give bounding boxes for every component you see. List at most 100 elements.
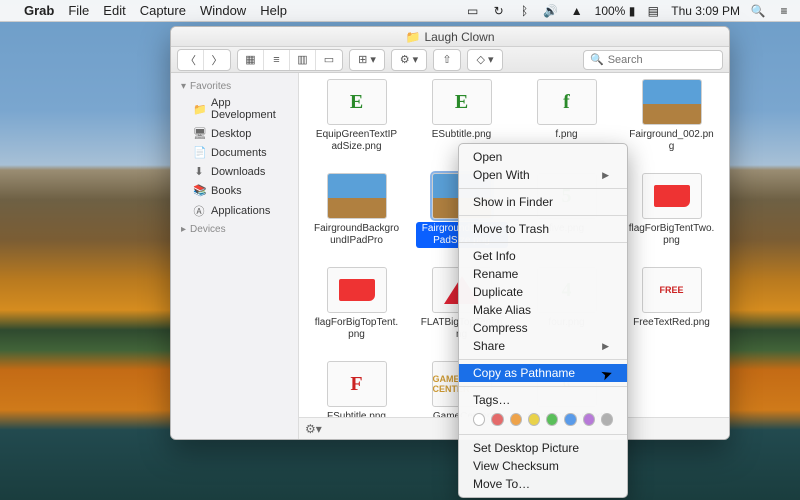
tag-dot[interactable]	[546, 413, 558, 426]
arrange-button[interactable]: ⊞ ▾	[350, 50, 384, 70]
menu-capture[interactable]: Capture	[140, 3, 186, 18]
view-icon-button[interactable]: ▦	[238, 50, 264, 70]
finder-toolbar: 〈 〉 ▦ ≡ ▥ ▭ ⊞ ▾ ⚙ ▾ ⇧ ◇ ▾ 🔍	[171, 47, 729, 73]
sidebar-section-devices[interactable]: ▸ Devices	[171, 222, 298, 237]
file-thumbnail: E	[327, 79, 387, 125]
folder-icon: 📁	[193, 103, 205, 116]
file-name: flagForBigTopTent.png	[311, 316, 403, 342]
menu-item-show-in-finder[interactable]: Show in Finder	[459, 193, 627, 211]
sidebar-item-books[interactable]: 📚Books	[171, 181, 298, 200]
search-field[interactable]: 🔍	[583, 50, 723, 70]
menu-item-open[interactable]: Open	[459, 148, 627, 166]
menu-item-tags[interactable]: Tags…	[459, 391, 627, 409]
menu-item-label: Set Desktop Picture	[473, 441, 579, 455]
sidebar-item-documents[interactable]: 📄Documents	[171, 143, 298, 162]
menu-item-view-checksum[interactable]: View Checksum	[459, 457, 627, 475]
gear-icon[interactable]: ⚙▾	[305, 422, 322, 436]
view-gallery-button[interactable]: ▭	[316, 50, 342, 70]
menu-item-label: Duplicate	[473, 285, 523, 299]
status-input-icon[interactable]: ▤	[645, 4, 661, 18]
menu-item-label: Share	[473, 339, 505, 353]
sidebar-item-applications[interactable]: ⒶApplications	[171, 200, 298, 222]
file-name: f.png	[552, 128, 580, 142]
menu-item-label: Tags…	[473, 393, 510, 407]
tag-dot[interactable]	[510, 413, 522, 426]
file-item[interactable]: E EquipGreenTextIPadSize.png	[305, 79, 408, 171]
file-thumbnail: f	[537, 79, 597, 125]
tag-dot[interactable]	[491, 413, 503, 426]
search-icon: 🔍	[590, 53, 604, 66]
file-item[interactable]: flagForBigTentTwo.png	[620, 173, 723, 265]
file-item[interactable]: FREEFreeTextRed.png	[620, 267, 723, 359]
sidebar-item-desktop[interactable]: 🖥Desktop	[171, 124, 298, 143]
nav-forward-button[interactable]: 〉	[204, 50, 230, 70]
submenu-arrow-icon: ▶	[602, 170, 609, 181]
menu-item-label: Show in Finder	[473, 195, 553, 209]
menu-item-move-to[interactable]: Move To…	[459, 475, 627, 493]
file-item[interactable]: FairgroundBackgroundIPadPro	[305, 173, 408, 265]
sidebar-item-label: Documents	[211, 147, 267, 159]
file-thumbnail	[327, 173, 387, 219]
tag-dot[interactable]	[528, 413, 540, 426]
menu-file[interactable]: File	[68, 3, 89, 18]
menu-item-rename[interactable]: Rename	[459, 265, 627, 283]
nav-back-button[interactable]: 〈	[178, 50, 204, 70]
status-search-icon[interactable]: 🔍	[750, 4, 766, 18]
menu-item-open-with[interactable]: Open With▶	[459, 166, 627, 184]
status-wifi-icon[interactable]: ▲	[569, 4, 585, 18]
view-list-button[interactable]: ≡	[264, 50, 290, 70]
file-item[interactable]: flagForBigTopTent.png	[305, 267, 408, 359]
status-sync-icon[interactable]: ↻	[491, 4, 507, 18]
tag-dot[interactable]	[564, 413, 576, 426]
tag-dot[interactable]	[473, 413, 485, 426]
sidebar-section-favorites[interactable]: ▾ Favorites	[171, 79, 298, 94]
menu-item-get-info[interactable]: Get Info	[459, 247, 627, 265]
action-button[interactable]: ⚙ ▾	[392, 50, 426, 70]
menu-item-label: Make Alias	[473, 303, 531, 317]
status-clock[interactable]: Thu 3:09 PM	[671, 4, 740, 18]
file-thumbnail: FREE	[642, 267, 702, 313]
book-icon: 📚	[193, 184, 205, 197]
menu-item-duplicate[interactable]: Duplicate	[459, 283, 627, 301]
finder-title: Laugh Clown	[424, 30, 494, 44]
menu-bar: Grab File Edit Capture Window Help ▭ ↻ ᛒ…	[0, 0, 800, 22]
finder-titlebar[interactable]: 📁 Laugh Clown	[171, 27, 729, 47]
menu-window[interactable]: Window	[200, 3, 246, 18]
status-cloud-icon[interactable]: ▭	[465, 4, 481, 18]
menu-edit[interactable]: Edit	[103, 3, 125, 18]
search-input[interactable]	[608, 54, 716, 66]
file-thumbnail	[642, 79, 702, 125]
menu-item-label: Move to Trash	[473, 222, 549, 236]
menu-item-share[interactable]: Share▶	[459, 337, 627, 355]
menu-help[interactable]: Help	[260, 3, 287, 18]
file-item[interactable]: Fairground_002.png	[620, 79, 723, 171]
status-battery[interactable]: 100% ▮	[595, 4, 636, 18]
menu-item-compress[interactable]: Compress	[459, 319, 627, 337]
menu-item-move-to-trash[interactable]: Move to Trash	[459, 220, 627, 238]
menu-item-make-alias[interactable]: Make Alias	[459, 301, 627, 319]
view-column-button[interactable]: ▥	[290, 50, 316, 70]
menu-item-set-desktop-picture[interactable]: Set Desktop Picture	[459, 439, 627, 457]
disclosure-triangle-icon[interactable]: ▾	[181, 81, 186, 92]
sidebar-item-app-development[interactable]: 📁App Development	[171, 94, 298, 124]
menu-app-name[interactable]: Grab	[24, 3, 54, 18]
status-bluetooth-icon[interactable]: ᛒ	[517, 4, 533, 18]
status-notification-icon[interactable]: ≡	[776, 4, 792, 18]
tag-dot[interactable]	[583, 413, 595, 426]
finder-folder-icon: 📁	[405, 30, 420, 44]
file-thumbnail	[327, 267, 387, 313]
sidebar-item-label: Downloads	[211, 166, 265, 178]
share-button[interactable]: ⇧	[434, 50, 460, 70]
sidebar-item-label: Applications	[211, 205, 270, 217]
menu-separator	[459, 215, 627, 216]
file-name: EquipGreenTextIPadSize.png	[311, 128, 403, 154]
finder-window: 📁 Laugh Clown 〈 〉 ▦ ≡ ▥ ▭ ⊞ ▾ ⚙ ▾ ⇧ ◇ ▾ …	[170, 26, 730, 440]
tags-button[interactable]: ◇ ▾	[468, 50, 502, 70]
tag-dot[interactable]	[601, 413, 613, 426]
menu-item-label: Compress	[473, 321, 528, 335]
status-volume-icon[interactable]: 🔊	[543, 4, 559, 18]
sidebar-item-downloads[interactable]: ⬇︎Downloads	[171, 162, 298, 181]
disclosure-triangle-icon[interactable]: ▸	[181, 224, 186, 235]
context-menu: OpenOpen With▶ Show in Finder Move to Tras…	[458, 143, 628, 498]
menu-tags-row	[459, 409, 627, 430]
